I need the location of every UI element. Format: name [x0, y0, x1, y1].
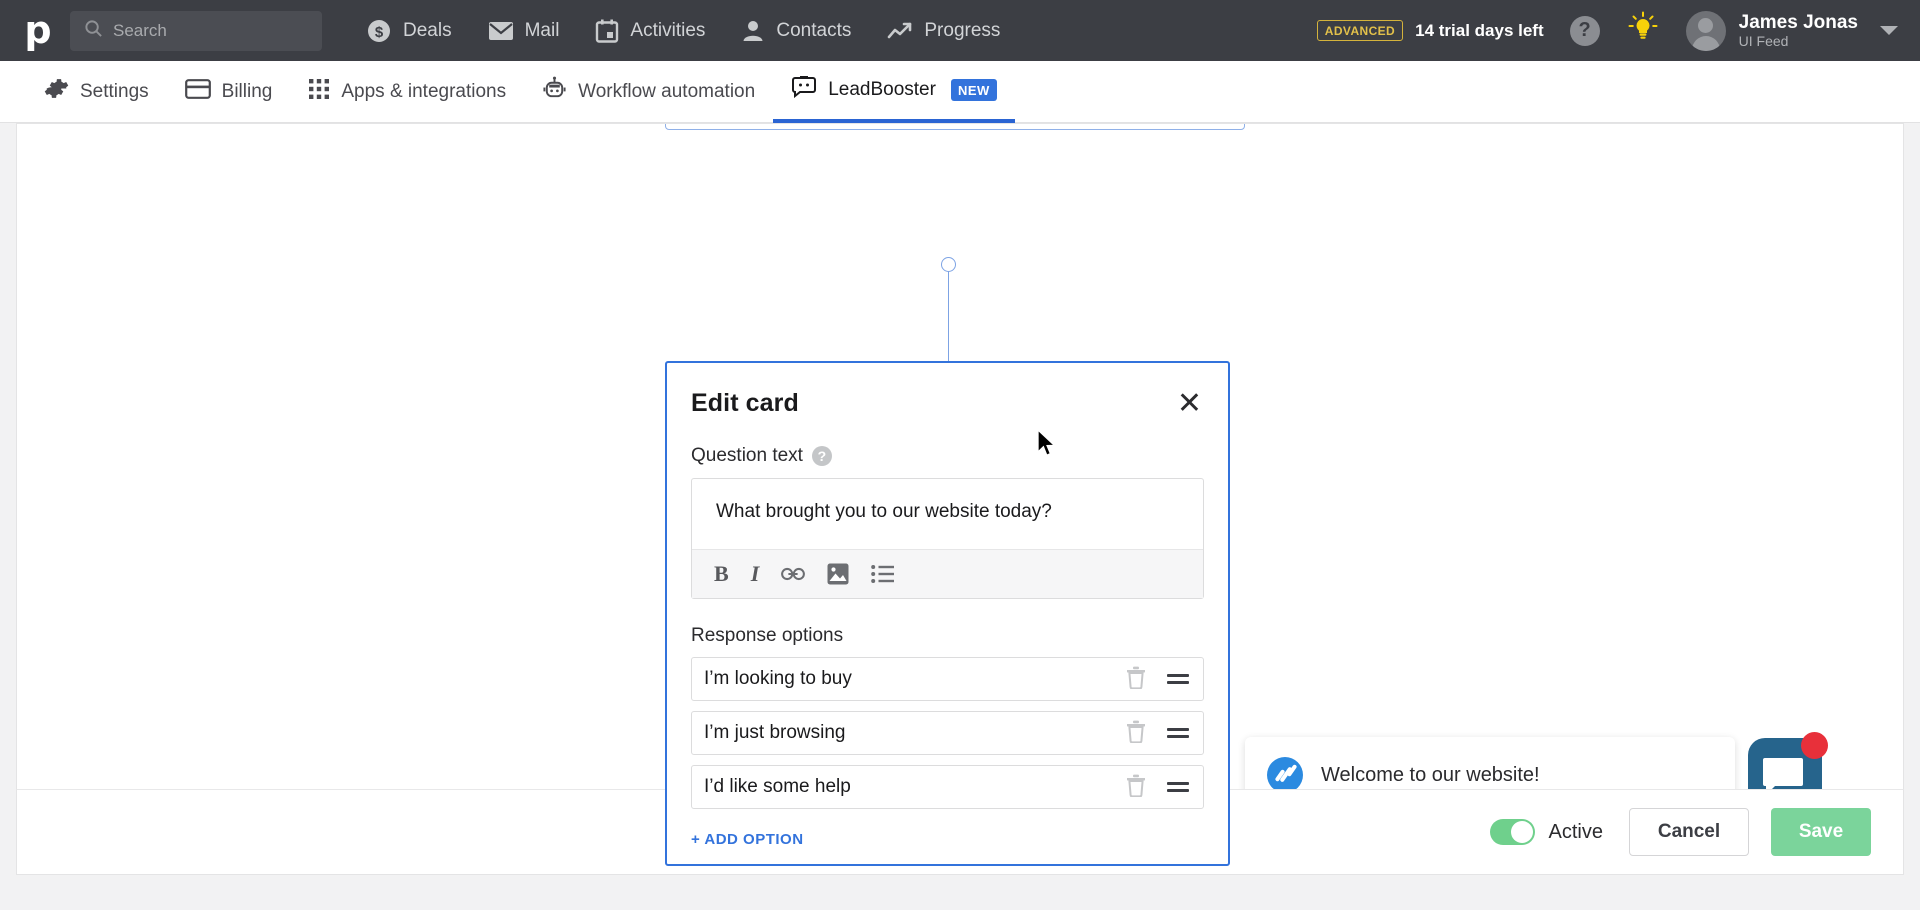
- sub-item-apps-integrations[interactable]: Apps & integrations: [290, 61, 524, 123]
- mouse-cursor: [1037, 428, 1057, 463]
- trash-icon[interactable]: [1125, 773, 1147, 802]
- nav-item-progress[interactable]: Progress: [869, 0, 1018, 61]
- close-icon[interactable]: ✕: [1175, 389, 1204, 419]
- question-text-label: Question text: [691, 445, 803, 466]
- response-option-row[interactable]: I’d like some help: [691, 765, 1204, 809]
- user-block[interactable]: James Jonas UI Feed: [1739, 12, 1858, 50]
- nav-item-contacts[interactable]: Contacts: [723, 0, 869, 61]
- nav-label-deals: Deals: [403, 19, 452, 41]
- edit-card-dialog: Edit card ✕ Question text ? What brought…: [665, 361, 1230, 866]
- edit-card-header: Edit card ✕: [691, 389, 1204, 419]
- credit-card-icon: [184, 78, 211, 106]
- drag-handle-icon[interactable]: [1167, 728, 1189, 738]
- avatar-body: [1691, 35, 1720, 51]
- active-toggle[interactable]: [1489, 819, 1535, 845]
- gear-icon: [44, 76, 69, 107]
- question-editor: What brought you to our website today? B…: [691, 478, 1204, 599]
- pipedrive-logo[interactable]: p: [18, 11, 58, 51]
- cancel-button[interactable]: Cancel: [1629, 808, 1749, 856]
- help-circle-icon[interactable]: ?: [811, 446, 832, 466]
- trash-icon[interactable]: [1125, 665, 1147, 694]
- response-option-row[interactable]: I’m just browsing: [691, 711, 1204, 755]
- robot-icon: [542, 76, 567, 107]
- bullet-list-icon[interactable]: [871, 564, 895, 584]
- response-option-input[interactable]: I’d like some help: [704, 776, 1125, 798]
- grid-apps-icon: [308, 78, 330, 106]
- sub-item-settings[interactable]: Settings: [26, 61, 167, 123]
- image-icon[interactable]: [827, 563, 849, 585]
- chat-unread-badge: [1801, 732, 1828, 759]
- previous-flow-node[interactable]: [665, 124, 1245, 130]
- chevron-down-icon[interactable]: [1880, 26, 1898, 35]
- drag-handle-icon[interactable]: [1167, 782, 1189, 792]
- lightbulb-icon[interactable]: [1626, 11, 1660, 50]
- progress-trend-icon: [887, 21, 913, 41]
- save-button[interactable]: Save: [1771, 808, 1871, 856]
- question-mark-icon[interactable]: ?: [1569, 15, 1600, 46]
- avatar[interactable]: [1685, 10, 1726, 51]
- mail-envelope-icon: [488, 21, 514, 41]
- sub-label-settings: Settings: [80, 80, 149, 102]
- user-name: James Jonas: [1738, 11, 1858, 33]
- sub-label-leadbooster: LeadBooster: [828, 78, 936, 100]
- sub-label-apps-integrations: Apps & integrations: [341, 80, 507, 102]
- search-input[interactable]: Search: [70, 10, 322, 51]
- flow-connector-line: [948, 263, 949, 361]
- plan-badge: ADVANCED: [1316, 20, 1404, 41]
- question-input[interactable]: What brought you to our website today?: [692, 479, 1203, 549]
- new-badge: NEW: [950, 78, 997, 101]
- toggle-knob: [1510, 821, 1533, 843]
- sub-item-workflow-automation[interactable]: Workflow automation: [524, 61, 773, 123]
- activities-calendar-icon: [595, 19, 619, 43]
- nav-item-mail[interactable]: Mail: [470, 0, 578, 61]
- add-option-button[interactable]: + ADD OPTION: [691, 819, 1204, 864]
- trash-icon[interactable]: [1125, 719, 1147, 748]
- nav-item-activities[interactable]: Activities: [577, 0, 723, 61]
- bold-icon[interactable]: B: [714, 561, 729, 587]
- question-text-label-row: Question text ?: [691, 445, 1204, 467]
- avatar-head: [1698, 17, 1714, 33]
- sub-label-billing: Billing: [221, 80, 273, 102]
- chatbot-icon: [791, 75, 817, 104]
- user-subtitle: UI Feed: [1738, 33, 1789, 50]
- settings-sub-navigation: Settings Billing Apps & integrations Wor…: [0, 61, 1920, 123]
- top-navigation-bar: p Search $ Deals Mail Activities Contact…: [0, 0, 1920, 61]
- contacts-person-icon: [741, 19, 765, 43]
- response-option-input[interactable]: I’m just browsing: [704, 722, 1125, 744]
- response-options-label: Response options: [691, 625, 844, 646]
- search-placeholder: Search: [113, 20, 167, 40]
- chat-speech-bubble-icon: [1763, 758, 1803, 795]
- sub-item-billing[interactable]: Billing: [167, 61, 291, 123]
- nav-label-contacts: Contacts: [776, 19, 852, 41]
- search-icon: [84, 19, 103, 43]
- response-option-input[interactable]: I’m looking to buy: [704, 668, 1125, 690]
- trial-days-text: 14 trial days left: [1415, 20, 1544, 40]
- active-toggle-label: Active: [1548, 820, 1603, 843]
- italic-icon[interactable]: I: [751, 561, 760, 587]
- sub-label-workflow-automation: Workflow automation: [578, 80, 756, 102]
- sub-item-leadbooster[interactable]: LeadBooster NEW: [773, 61, 1015, 123]
- response-option-row[interactable]: I’m looking to buy: [691, 657, 1204, 701]
- svg-text:$: $: [375, 24, 384, 41]
- page-title: Edit card: [691, 389, 799, 417]
- flow-connector-dot[interactable]: [941, 257, 956, 272]
- link-icon[interactable]: [781, 566, 806, 582]
- nav-label-activities: Activities: [630, 19, 706, 41]
- drag-handle-icon[interactable]: [1167, 674, 1189, 684]
- rich-text-toolbar: B I: [692, 549, 1203, 598]
- nav-item-deals[interactable]: $ Deals: [348, 0, 470, 61]
- page-shell: Edit card ✕ Question text ? What brought…: [0, 123, 1920, 910]
- nav-label-mail: Mail: [524, 19, 560, 41]
- deals-dollar-icon: $: [366, 18, 392, 44]
- nav-label-progress: Progress: [924, 19, 1001, 41]
- chat-preview-message: Welcome to our website!: [1321, 763, 1540, 786]
- chat-avatar-icon: [1267, 757, 1303, 793]
